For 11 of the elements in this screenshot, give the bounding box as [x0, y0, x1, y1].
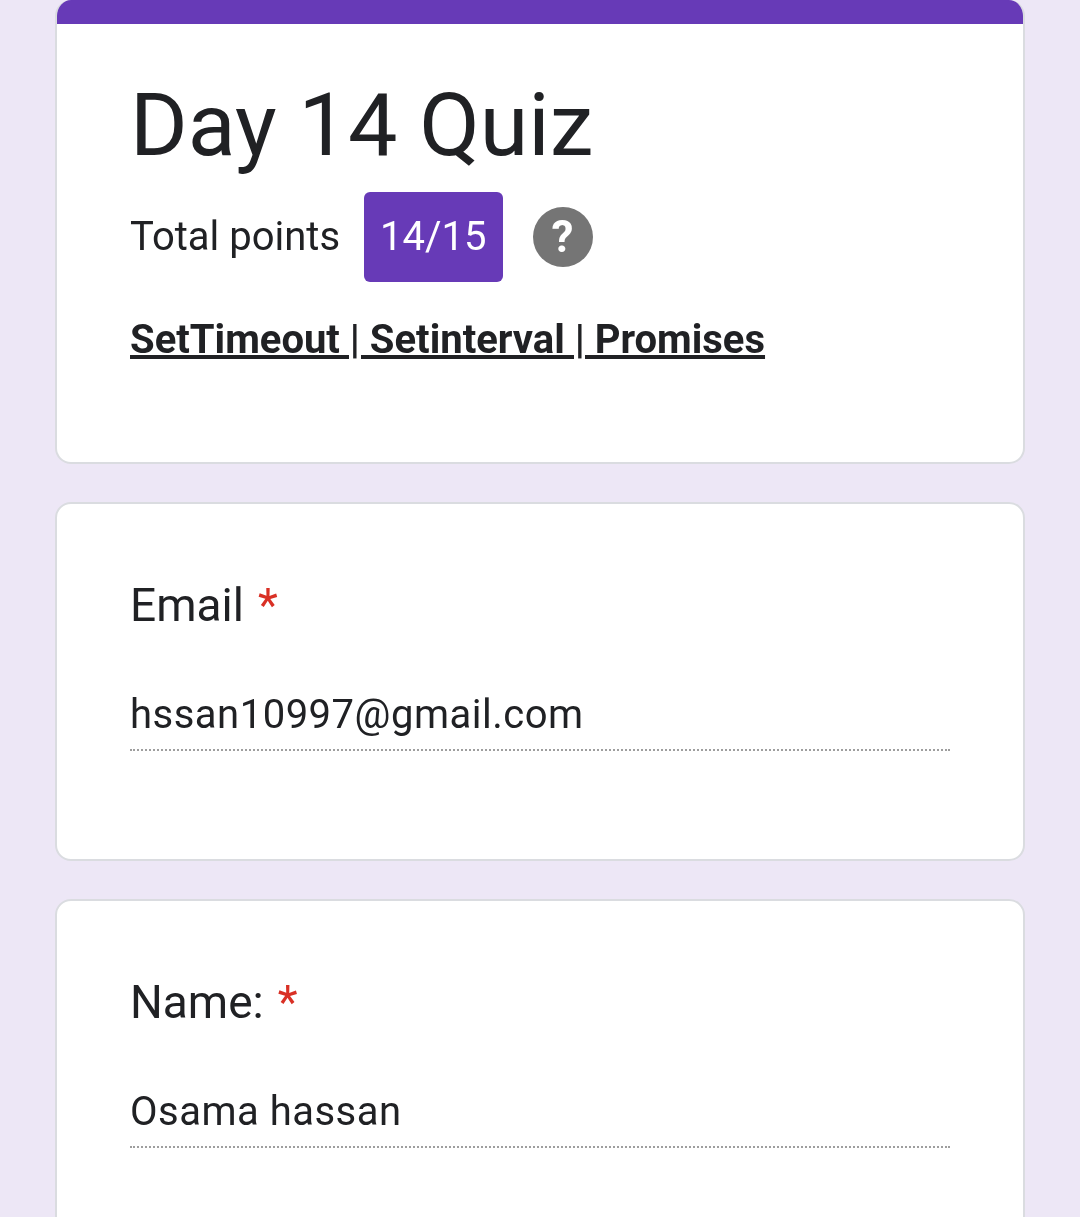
required-mark: *: [277, 974, 298, 1030]
question-label: Name:: [130, 974, 264, 1030]
score-badge: 14/15: [364, 191, 503, 282]
question-label: Email: [130, 577, 244, 633]
form-description: SetTimeout | Setinterval | Promises: [130, 314, 767, 365]
answer-field[interactable]: hssan10997@gmail.com: [130, 690, 950, 751]
required-mark: *: [257, 577, 278, 633]
points-label: Total points: [130, 213, 341, 261]
help-icon[interactable]: ?: [532, 206, 593, 267]
answer-field[interactable]: Osama hassan: [130, 1087, 950, 1148]
form-title: Day 14 Quiz: [130, 72, 595, 178]
